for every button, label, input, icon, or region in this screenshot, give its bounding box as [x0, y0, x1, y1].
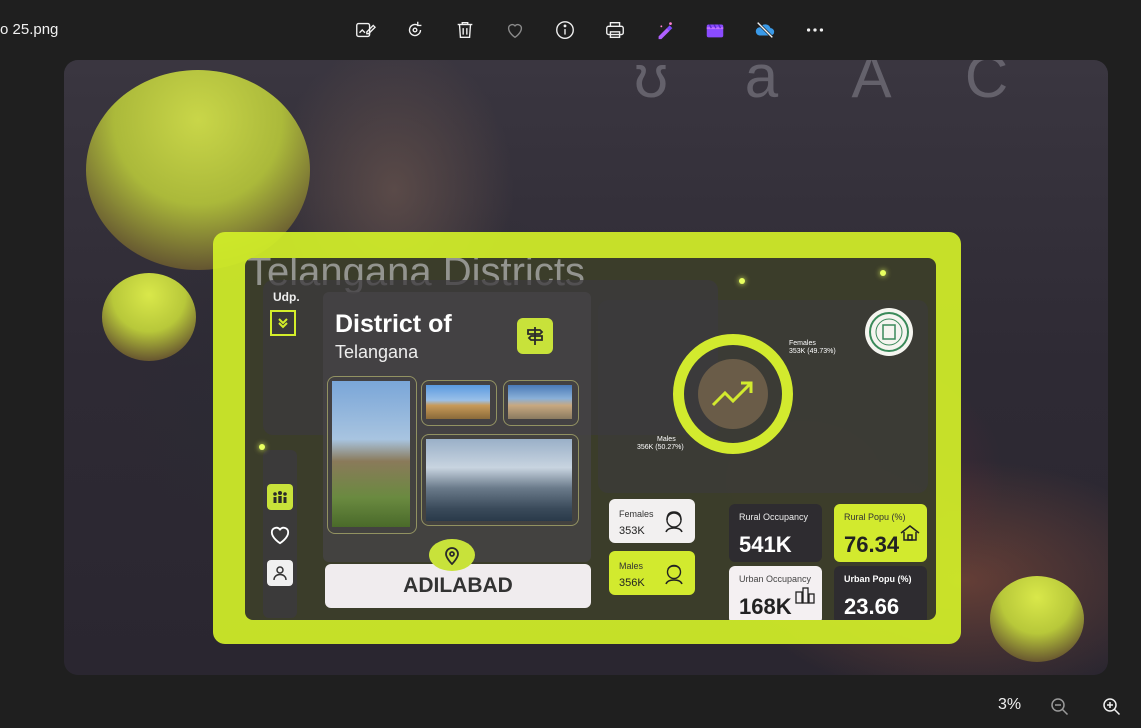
zoom-in-button[interactable] — [1099, 694, 1125, 720]
title-bar: o 25.png — [0, 0, 1141, 60]
donut-females-label: Females 353K (49.73%) — [789, 340, 836, 355]
delete-icon — [457, 21, 473, 39]
trend-up-icon — [698, 359, 768, 429]
user-icon[interactable] — [267, 560, 293, 586]
decorative-sphere — [990, 576, 1084, 662]
more-button[interactable] — [790, 12, 840, 48]
fort-photo — [327, 376, 417, 534]
people-icon[interactable] — [267, 484, 293, 510]
females-label: Females — [619, 509, 654, 519]
favorite-button[interactable] — [490, 12, 540, 48]
rotate-button[interactable] — [390, 12, 440, 48]
gender-donut-chart — [673, 334, 793, 454]
image-canvas: ʊ a A C Telangana Districts Udp. Distric… — [64, 60, 1108, 675]
district-panel: District of Telangana — [323, 292, 591, 562]
edit-image-button[interactable] — [340, 12, 390, 48]
decorative-sphere — [102, 273, 196, 361]
delete-button[interactable] — [440, 12, 490, 48]
charminar-photo — [421, 380, 497, 426]
favorite-icon — [507, 23, 523, 39]
print-icon — [606, 21, 624, 39]
side-nav — [263, 450, 297, 618]
males-label: Males — [619, 561, 644, 571]
glow-dot — [259, 444, 265, 450]
palace-photo — [503, 380, 579, 426]
print-button[interactable] — [590, 12, 640, 48]
buddha-statue-photo — [421, 434, 579, 526]
clipchamp-button[interactable] — [690, 12, 740, 48]
male-face-icon — [665, 564, 683, 585]
males-value: 356K — [619, 577, 645, 589]
rural-occupancy-card: Rural Occupancy 541K — [729, 504, 822, 562]
district-title: District of — [335, 310, 452, 338]
males-card: Males 356K — [609, 551, 695, 595]
zoom-out-icon — [1051, 698, 1069, 716]
signpost-icon — [517, 318, 553, 354]
rural-occupancy-label: Rural Occupancy — [739, 512, 809, 522]
rural-popu-value: 76.34 — [844, 532, 900, 557]
females-card: Females 353K — [609, 499, 695, 543]
glow-dot — [739, 278, 745, 284]
chevron-down-icon — [270, 310, 296, 336]
edit-image-icon — [356, 22, 376, 38]
urban-popu-card: Urban Popu (%) 23.66 — [834, 566, 927, 620]
heart-icon[interactable] — [267, 522, 293, 548]
city-buildings-icon — [795, 587, 815, 604]
donut-males-label: Males 356K (50.27%) — [637, 436, 684, 451]
location-pin-icon — [429, 539, 475, 571]
clipchamp-icon — [706, 24, 724, 38]
house-icon — [900, 525, 920, 541]
status-bar: 3% — [0, 682, 1141, 728]
onedrive-button[interactable] — [740, 12, 790, 48]
zoom-level: 3% — [998, 696, 1022, 713]
district-subtitle: Telangana — [335, 342, 419, 362]
glow-dot — [880, 270, 886, 276]
females-value: 353K — [619, 525, 645, 537]
telangana-seal-logo — [865, 308, 913, 356]
more-icon — [806, 28, 824, 32]
zoom-out-button[interactable] — [1047, 694, 1073, 720]
rural-occupancy-value: 541K — [739, 532, 792, 557]
urban-occupancy-value: 168K — [739, 594, 792, 619]
ai-edit-icon — [658, 22, 673, 40]
rural-popu-card: Rural Popu (%) 76.34 — [834, 504, 927, 562]
background-signage: ʊ a A C — [634, 60, 1039, 110]
zoom-in-icon — [1103, 698, 1121, 716]
file-name: o 25.png — [0, 21, 59, 38]
info-button[interactable] — [540, 12, 590, 48]
dashboard-panel: Telangana Districts Udp. District of Tel… — [245, 258, 936, 620]
toolbar — [340, 12, 840, 48]
urban-occupancy-label: Urban Occupancy — [739, 574, 812, 584]
rotate-icon — [408, 21, 422, 37]
dashboard-card: Telangana Districts Udp. District of Tel… — [213, 232, 961, 644]
urban-occupancy-card: Urban Occupancy 168K — [729, 566, 822, 620]
urban-popu-value: 23.66 — [844, 594, 900, 619]
rural-popu-label: Rural Popu (%) — [844, 512, 906, 522]
female-face-icon — [665, 511, 683, 533]
ai-edit-button[interactable] — [640, 12, 690, 48]
urban-popu-label: Urban Popu (%) — [844, 574, 912, 584]
udp-label: Udp. — [273, 290, 300, 304]
info-icon — [556, 21, 574, 39]
onedrive-off-icon — [755, 21, 775, 39]
district-name-button[interactable]: ADILABAD — [325, 564, 591, 608]
